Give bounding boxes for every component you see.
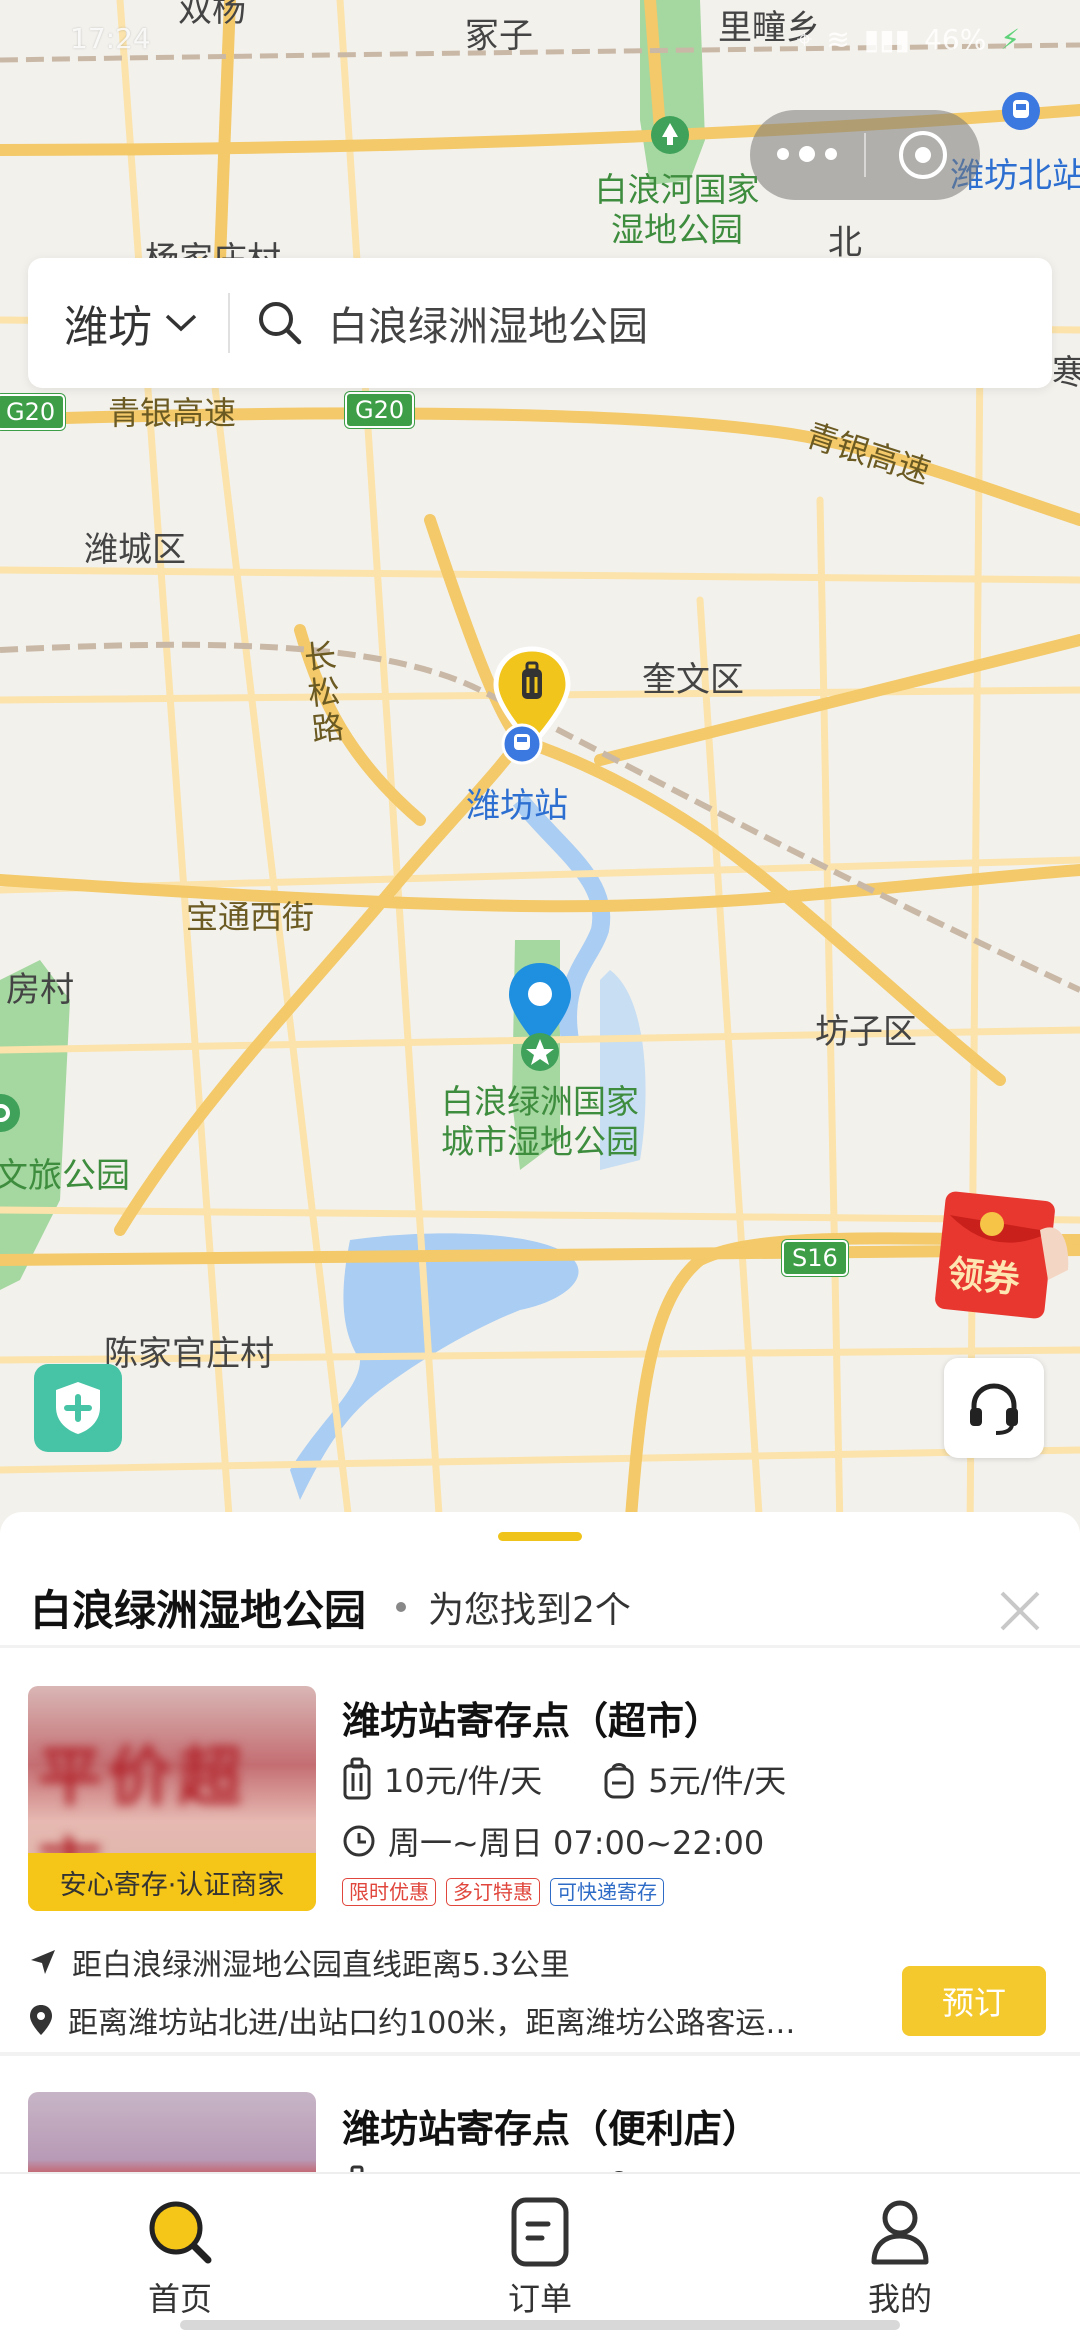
map-label-chenjiaguanzhuang: 陈家官庄村 [104, 1334, 274, 1374]
map-label-fangcun: 房村 [6, 970, 74, 1010]
suitcase-icon [350, 2165, 364, 2172]
charging-icon: ⚡ [1000, 22, 1020, 56]
map-label-baotong-west-st: 宝通西街 [186, 898, 315, 936]
address-text: 距离潍坊站北进/出站口约100米，距离潍坊公路客运… [68, 2006, 796, 2041]
park-star-icon [521, 1033, 559, 1071]
clock-icon [343, 1825, 375, 1857]
map-label-wenlv-park: 文旅公园 [0, 1156, 130, 1196]
tag-limited-discount: 限时优惠 [342, 1878, 436, 1906]
results-panel: 白浪绿洲湿地公园 为您找到2个 平价超市 安心寄存·认证商家 潍坊站寄存点（超市… [0, 1512, 1080, 2172]
map-label-bailang-oasis-park: 白浪绿洲国家城市湿地公园 [441, 1082, 639, 1161]
business-hours: 周一~周日 07:00~22:00 [342, 1818, 764, 1864]
shield-plus-icon [56, 1382, 100, 1434]
tab-orders-label: 订单 [507, 2280, 572, 2318]
search-input[interactable]: 白浪绿洲湿地公园 [230, 294, 648, 352]
safety-button[interactable] [34, 1364, 122, 1452]
search-icon [259, 302, 302, 345]
store-photo: 平价超市 安心寄存·认证商家 [28, 1686, 316, 1911]
distance-info: 距白浪绿洲湿地公园直线距离5.3公里 [28, 1940, 570, 1984]
highway-shield-g20: G20 [345, 392, 415, 428]
railway-station-icon [501, 723, 543, 765]
city-name: 潍坊 [64, 302, 152, 353]
city-selector[interactable]: 潍坊 [28, 258, 228, 388]
price-small-item: 5元/件/天 [648, 1762, 787, 1800]
tab-mine[interactable]: 我的 [720, 2174, 1080, 2340]
price-small-item: 5元/件/天 [648, 2164, 786, 2172]
location-status-icon: ⌖ [796, 22, 813, 55]
tag-multi-order-discount: 多订特惠 [446, 1878, 540, 1906]
highway-shield-s16: S16 [782, 1240, 848, 1276]
map-label-sai: 寒 [1052, 353, 1080, 393]
tag-express-storage: 可快递寄存 [550, 1878, 664, 1906]
tab-mine-label: 我的 [867, 2280, 932, 2318]
tab-orders[interactable]: 订单 [360, 2174, 720, 2340]
status-icons: ⌖ ≋ ▮▮▮ 46% ⚡ [797, 22, 1020, 56]
map-label-north: 北 [828, 223, 862, 263]
map-label-weifang-station: 潍坊站 [466, 786, 568, 826]
drag-handle[interactable] [498, 1532, 582, 1541]
address-info: 距离潍坊站北进/出站口约100米，距离潍坊公路客运… [28, 1998, 795, 2042]
price-row: 10元/件/天 5元/件/天 [342, 2164, 786, 2172]
price-large-item: 10元/件/天 [384, 2164, 542, 2172]
park-camera-icon [0, 1094, 20, 1132]
highway-shield-g20-west: G20 [0, 394, 66, 430]
map-label-fangzi: 坊子区 [815, 1012, 917, 1052]
map-label-qingyin-west: 青银高速 [108, 394, 237, 432]
more-menu-button[interactable] [750, 146, 864, 162]
certified-badge: 安心寄存·认证商家 [28, 1853, 316, 1911]
close-icon[interactable] [990, 1581, 1050, 1641]
search-card: 潍坊 白浪绿洲湿地公园 [28, 258, 1052, 388]
panel-header: 白浪绿洲湿地公园 为您找到2个 [30, 1567, 1050, 1647]
bottom-tab-bar: 首页 订单 我的 [0, 2172, 1080, 2340]
book-button[interactable]: 预订 [902, 1966, 1046, 2036]
map-label-bailanghe-park: 白浪河国家湿地公园 [594, 170, 760, 249]
order-list-icon [511, 2197, 569, 2267]
headset-icon [970, 1383, 1018, 1435]
price-row: 10元/件/天 5元/件/天 [342, 1756, 786, 1802]
gesture-bar [180, 2320, 900, 2330]
store-tags: 限时优惠 多订特惠 可快递寄存 [342, 1878, 664, 1906]
store-name: 潍坊站寄存点（超市） [342, 1699, 723, 1743]
suitcase-icon [343, 1757, 371, 1800]
train-station-icon [1002, 92, 1040, 130]
battery-level: 46% [924, 22, 987, 56]
close-miniprogram-button[interactable] [866, 128, 980, 182]
coupon-button[interactable]: 领券 [930, 1190, 1070, 1320]
wifi-status-icon: ≋ [826, 22, 850, 56]
backpack-icon [604, 1763, 634, 1799]
panel-title: 白浪绿洲湿地公园 [30, 1585, 367, 1635]
location-pin-icon [30, 2005, 52, 2035]
price-large-item: 10元/件/天 [384, 1762, 543, 1800]
hours-text: 周一~周日 07:00~22:00 [388, 1824, 765, 1862]
status-bar: 17:24 ⌖ ≋ ▮▮▮ 46% ⚡ [0, 0, 1080, 80]
tab-home[interactable]: 首页 [0, 2174, 360, 2340]
map-view[interactable]: 双杨 冢子 里疃乡 白浪河国家湿地公园 杨家庄村 北 潍坊北站 青银高速 青银高… [0, 0, 1080, 1530]
signal-status-icon: ▮▮▮ [863, 22, 911, 56]
store-photo [28, 2092, 316, 2172]
result-count: 为您找到2个 [428, 1590, 631, 1631]
chevron-down-icon [165, 314, 197, 332]
target-icon [899, 131, 947, 179]
user-icon [871, 2200, 929, 2265]
search-query: 白浪绿洲湿地公园 [328, 304, 648, 350]
map-label-weicheng: 潍城区 [84, 530, 186, 570]
status-time: 17:24 [70, 22, 151, 55]
map-label-kuiwen: 奎文区 [642, 660, 744, 700]
navigation-arrow-icon [31, 1950, 55, 1974]
miniprogram-capsule [750, 110, 980, 200]
distance-text: 距白浪绿洲湿地公园直线距离5.3公里 [72, 1948, 570, 1983]
coupon-label: 领券 [945, 1253, 1022, 1302]
park-tree-icon [651, 116, 689, 154]
customer-service-button[interactable] [944, 1358, 1044, 1458]
search-home-icon [149, 2201, 212, 2264]
store-name: 潍坊站寄存点（便利店） [342, 2107, 761, 2151]
tab-home-label: 首页 [147, 2280, 212, 2318]
